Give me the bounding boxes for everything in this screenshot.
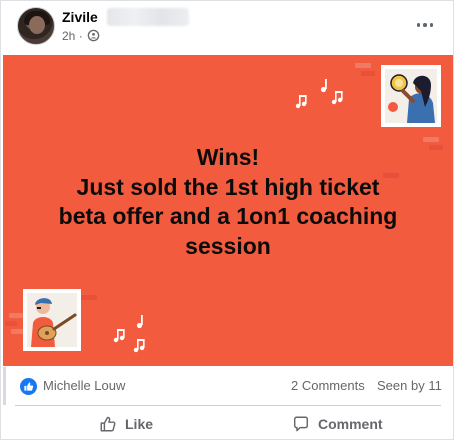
post-background-banner: Wins! Just sold the 1st high ticket beta…	[3, 55, 453, 366]
comment-bubble-icon	[293, 416, 309, 432]
decor-brick	[361, 71, 375, 76]
redacted-surname	[107, 8, 189, 26]
decor-brick	[9, 313, 23, 318]
seen-by-count[interactable]: Seen by 11	[377, 378, 442, 393]
like-label: Like	[125, 416, 154, 432]
like-button[interactable]: Like	[99, 409, 153, 439]
tambourine-person-art	[388, 74, 435, 123]
author-name[interactable]: Zivile	[62, 9, 98, 25]
like-reaction-icon[interactable]	[20, 378, 37, 395]
guitar-player-illustration	[23, 289, 81, 351]
tambourine-person-illustration	[381, 65, 441, 127]
post-header: Zivile 2h ·	[1, 1, 453, 53]
music-notes-icon	[295, 79, 343, 109]
more-horizontal-icon-dot	[429, 23, 434, 27]
post-time: 2h	[62, 29, 76, 43]
avatar-face	[29, 16, 45, 34]
decor-brick	[81, 295, 97, 300]
post-message-line: Wins!	[196, 144, 260, 170]
post-message-line: beta offer and a 1on1 coaching	[58, 203, 398, 229]
decor-brick	[423, 137, 439, 142]
reactors-list[interactable]: Michelle Louw	[43, 378, 125, 393]
post-message: Wins! Just sold the 1st high ticket beta…	[23, 143, 433, 261]
time-separator: ·	[78, 29, 83, 43]
comment-button[interactable]: Comment	[292, 409, 383, 439]
post-card: Zivile 2h · Wins! Just sold the 1st high…	[0, 0, 454, 440]
post-stats-bar: Michelle Louw 2 Comments Seen by 11	[3, 367, 453, 405]
comment-label: Comment	[318, 416, 383, 432]
post-message-line: Just sold the 1st high ticket	[76, 173, 380, 200]
group-privacy-icon	[87, 29, 100, 42]
post-timestamp[interactable]: 2h ·	[62, 29, 83, 43]
more-horizontal-icon	[416, 23, 421, 27]
thumbs-up-icon	[24, 382, 34, 391]
thumbs-up-icon	[100, 416, 116, 432]
music-notes-icon	[113, 315, 145, 353]
more-horizontal-icon-dot	[423, 23, 427, 27]
decor-brick	[355, 63, 371, 68]
decor-brick	[5, 321, 17, 326]
comments-count[interactable]: 2 Comments	[291, 378, 365, 393]
guitar-player-art	[31, 298, 77, 347]
divider	[15, 405, 441, 406]
post-message-line: session	[185, 232, 271, 259]
more-options-button[interactable]	[413, 15, 437, 35]
avatar[interactable]	[17, 7, 55, 45]
